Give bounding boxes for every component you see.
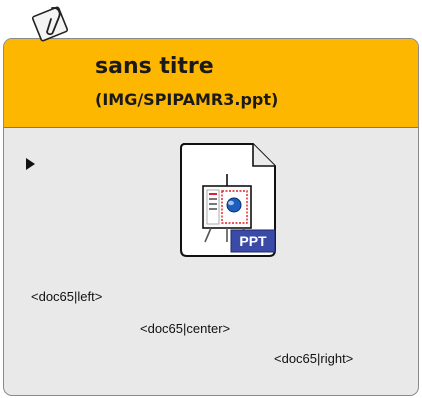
powerpoint-file-icon[interactable]: PPT xyxy=(177,142,281,258)
doc-tag-left[interactable]: <doc65|left> xyxy=(31,289,102,305)
doc-tag-center[interactable]: <doc65|center> xyxy=(140,321,230,337)
ppt-badge-label: PPT xyxy=(239,233,267,249)
paperclip-icon xyxy=(31,6,69,42)
document-filename: (IMG/SPIPAMR3.ppt) xyxy=(95,90,279,109)
doc-tag-right[interactable]: <doc65|right> xyxy=(274,351,353,367)
document-header: sans titre (IMG/SPIPAMR3.ppt) xyxy=(4,39,418,128)
document-card: sans titre (IMG/SPIPAMR3.ppt) PPT <doc65… xyxy=(3,38,419,396)
disclosure-triangle-icon[interactable] xyxy=(26,158,35,170)
document-title[interactable]: sans titre xyxy=(95,54,214,80)
